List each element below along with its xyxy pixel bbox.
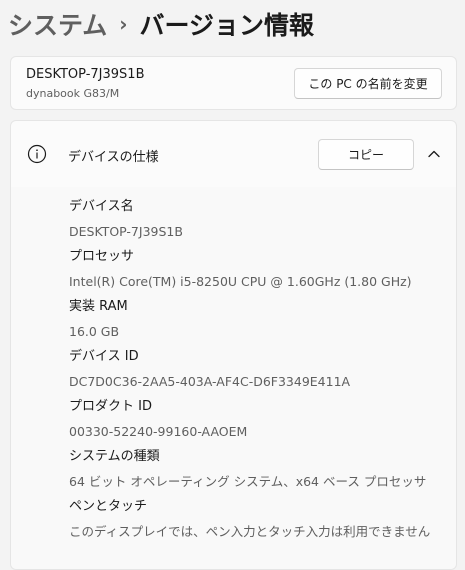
spec-value: Intel(R) Core(TM) i5-8250U CPU @ 1.60GHz… [69,274,412,289]
spec-label: ペンとタッチ [69,499,148,514]
spec-value: 64 ビット オペレーティング システム、x64 ベース プロセッサ [69,474,427,489]
spec-pen-touch: ペンとタッチ このディスプレイでは、ペン入力とタッチ入力は利用できません [69,497,430,542]
spec-processor: プロセッサ Intel(R) Core(TM) i5-8250U CPU @ 1… [69,247,412,292]
device-specs-card: デバイスの仕様 コピー デバイス名 DESKTOP-7J39S1B プロセッサ … [10,120,457,570]
spec-label: システムの種類 [69,449,160,464]
chevron-up-icon[interactable] [427,147,441,161]
spec-device-id: デバイス ID DC7D0C36-2AA5-403A-AF4C-D6F3349E… [69,347,350,392]
breadcrumb-system-link[interactable]: システム [8,6,107,42]
spec-value: 16.0 GB [69,324,120,339]
device-specs-body: デバイス名 DESKTOP-7J39S1B プロセッサ Intel(R) Cor… [11,187,456,569]
spec-device-name: デバイス名 DESKTOP-7J39S1B [69,197,183,242]
breadcrumb: システム › バージョン情報 [8,4,314,44]
spec-label: デバイス ID [69,349,139,364]
rename-pc-button[interactable]: この PC の名前を変更 [294,68,442,99]
device-specs-header[interactable]: デバイスの仕様 コピー [11,121,456,188]
device-model: dynabook G83/M [26,87,120,100]
spec-label: デバイス名 [69,199,134,214]
spec-label: 実装 RAM [69,299,128,314]
spec-ram: 実装 RAM 16.0 GB [69,297,128,342]
device-specs-title: デバイスの仕様 [68,150,159,165]
copy-button[interactable]: コピー [318,139,414,170]
spec-value: このディスプレイでは、ペン入力とタッチ入力は利用できません [69,524,431,539]
spec-label: プロダクト ID [69,399,152,414]
breadcrumb-separator: › [119,12,128,36]
info-circle-icon [27,144,47,164]
spec-system-type: システムの種類 64 ビット オペレーティング システム、x64 ベース プロセ… [69,447,426,492]
spec-value: DESKTOP-7J39S1B [69,224,183,239]
page-title: バージョン情報 [139,11,315,40]
spec-label: プロセッサ [69,249,135,264]
device-name: DESKTOP-7J39S1B [26,67,145,82]
spec-value: 00330-52240-99160-AAOEM [69,424,248,439]
spec-product-id: プロダクト ID 00330-52240-99160-AAOEM [69,397,247,442]
spec-value: DC7D0C36-2AA5-403A-AF4C-D6F3349E411A [69,374,351,389]
device-name-card: DESKTOP-7J39S1B dynabook G83/M この PC の名前… [10,56,457,110]
